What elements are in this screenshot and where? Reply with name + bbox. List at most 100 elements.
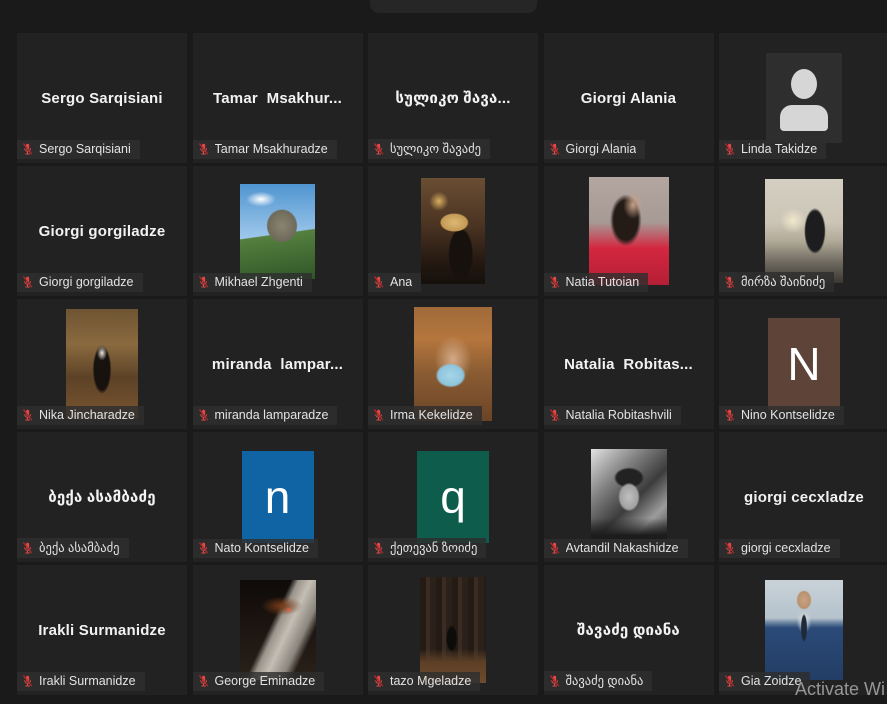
participant-label: Nika Jincharadze — [17, 406, 144, 425]
participant-name-center: Giorgi Alania — [575, 90, 682, 107]
participant-label: tazo Mgeladze — [368, 672, 480, 691]
silhouette-body — [780, 105, 828, 131]
participant-label: Giorgi Alania — [544, 140, 646, 159]
participant-label-text: Nino Kontselidze — [741, 408, 835, 422]
participant-tile[interactable]: Avtandil Nakashidze — [544, 432, 714, 562]
participant-name-center: ბექა ასამბაძე — [42, 488, 162, 506]
participant-tile[interactable]: N Nino Kontselidze — [719, 299, 887, 429]
muted-mic-icon — [372, 142, 385, 156]
participant-name-center: Irakli Surmanidze — [32, 622, 172, 639]
participant-video-still — [240, 580, 316, 680]
participant-tile[interactable]: Natia Tutoian — [544, 166, 714, 296]
participant-tile[interactable]: qქეთევან ზოიძე — [368, 432, 538, 562]
participant-tile[interactable]: Linda Takidze — [719, 33, 887, 163]
participant-label-text: Mikhael Zhgenti — [215, 275, 303, 289]
participant-label: Irakli Surmanidze — [17, 672, 145, 691]
participant-tile[interactable]: Sergo Sarqisiani Sergo Sarqisiani — [17, 33, 187, 163]
participant-label: მირზა შაინიძე — [719, 272, 834, 292]
participant-video-still — [420, 577, 486, 683]
muted-mic-icon — [548, 408, 561, 422]
participant-tile[interactable]: tazo Mgeladze — [368, 565, 538, 695]
muted-mic-icon — [372, 541, 385, 555]
muted-mic-icon — [197, 674, 210, 688]
letter-avatar-initial: N — [787, 341, 820, 387]
participant-label: სულიკო შავაძე — [368, 139, 490, 159]
participant-label-text: Nato Kontselidze — [215, 541, 310, 555]
participant-video-still — [765, 179, 843, 283]
participant-tile[interactable]: Irakli Surmanidze Irakli Surmanidze — [17, 565, 187, 695]
letter-avatar: N — [768, 318, 840, 410]
participant-tile[interactable]: Nika Jincharadze — [17, 299, 187, 429]
muted-mic-icon — [197, 142, 210, 156]
participant-label-text: Avtandil Nakashidze — [566, 541, 679, 555]
participant-label-text: სულიკო შავაძე — [390, 141, 481, 156]
participant-name-center: Giorgi gorgiladze — [33, 223, 172, 240]
muted-mic-icon — [548, 674, 561, 688]
muted-mic-icon — [197, 408, 210, 422]
participant-label: შავაძე დიანა — [544, 671, 653, 691]
muted-mic-icon — [21, 674, 34, 688]
participant-tile[interactable]: მირზა შაინიძე — [719, 166, 887, 296]
muted-mic-icon — [372, 674, 385, 688]
participant-tile[interactable]: ბექა ასამბაძე ბექა ასამბაძე — [17, 432, 187, 562]
participant-label-text: Giorgi gorgiladze — [39, 275, 134, 289]
participant-video-still — [589, 177, 669, 285]
participant-label-text: ქეთევან ზოიძე — [390, 540, 477, 555]
participant-label: Ana — [368, 273, 421, 292]
participant-label: giorgi cecxladze — [719, 539, 840, 558]
person-silhouette-icon — [766, 53, 842, 143]
muted-mic-icon — [21, 142, 34, 156]
participant-tile[interactable]: Irma Kekelidze — [368, 299, 538, 429]
participant-label: Sergo Sarqisiani — [17, 140, 140, 159]
muted-mic-icon — [723, 674, 736, 688]
participant-label-text: Nika Jincharadze — [39, 408, 135, 422]
participant-tile[interactable]: Giorgi Alania Giorgi Alania — [544, 33, 714, 163]
letter-avatar: n — [242, 451, 314, 543]
participant-tile[interactable]: Gia Zoidze — [719, 565, 887, 695]
participant-tile[interactable]: Giorgi gorgiladze Giorgi gorgiladze — [17, 166, 187, 296]
view-menu-pill[interactable] — [370, 0, 537, 13]
participant-tile[interactable]: Tamar Msakhur...Tamar Msakhuradze — [193, 33, 363, 163]
participant-tile[interactable]: George Eminadze — [193, 565, 363, 695]
activate-windows-watermark: Activate Wi — [795, 679, 885, 700]
participant-label: Giorgi gorgiladze — [17, 273, 143, 292]
participant-label-text: tazo Mgeladze — [390, 674, 471, 688]
letter-avatar-initial: n — [265, 474, 291, 520]
participant-tile[interactable]: შავაძე დიანა შავაძე დიანა — [544, 565, 714, 695]
participant-tile[interactable]: giorgi cecxladzegiorgi cecxladze — [719, 432, 887, 562]
participant-label-text: Irma Kekelidze — [390, 408, 473, 422]
participant-label-text: giorgi cecxladze — [741, 541, 831, 555]
participant-tile[interactable]: სულიკო შავა...სულიკო შავაძე — [368, 33, 538, 163]
participant-video-still — [66, 309, 138, 419]
participant-label: Natalia Robitashvili — [544, 406, 681, 425]
participant-video-still — [765, 580, 843, 680]
participant-tile[interactable]: Ana — [368, 166, 538, 296]
muted-mic-icon — [372, 275, 385, 289]
participant-name-center: Sergo Sarqisiani — [35, 90, 169, 107]
participant-label-text: Natia Tutoian — [566, 275, 640, 289]
participant-label-text: Irakli Surmanidze — [39, 674, 136, 688]
muted-mic-icon — [197, 275, 210, 289]
participant-label-text: miranda lamparadze — [215, 408, 329, 422]
participant-video-still — [421, 178, 485, 284]
muted-mic-icon — [548, 275, 561, 289]
participant-label-text: ბექა ასამბაძე — [39, 540, 120, 555]
participant-label: Natia Tutoian — [544, 273, 649, 292]
participant-label: Tamar Msakhuradze — [193, 140, 337, 159]
participant-tile[interactable]: n Nato Kontselidze — [193, 432, 363, 562]
participant-name-center: შავაძე დიანა — [571, 621, 686, 639]
participant-label: Nino Kontselidze — [719, 406, 844, 425]
muted-mic-icon — [723, 275, 736, 289]
participant-label: Mikhael Zhgenti — [193, 273, 312, 292]
participant-tile[interactable]: Mikhael Zhgenti — [193, 166, 363, 296]
participant-label-text: მირზა შაინიძე — [741, 274, 825, 289]
participant-tile[interactable]: miranda lampar...miranda lamparadze — [193, 299, 363, 429]
participant-tile[interactable]: Natalia Robitas...Natalia Robitashvili — [544, 299, 714, 429]
muted-mic-icon — [21, 408, 34, 422]
muted-mic-icon — [372, 408, 385, 422]
participant-video-still — [240, 184, 315, 279]
participant-label: ქეთევან ზოიძე — [368, 538, 486, 558]
participant-label-text: Tamar Msakhuradze — [215, 142, 328, 156]
participant-label-text: George Eminadze — [215, 674, 316, 688]
participant-label-text: Sergo Sarqisiani — [39, 142, 131, 156]
